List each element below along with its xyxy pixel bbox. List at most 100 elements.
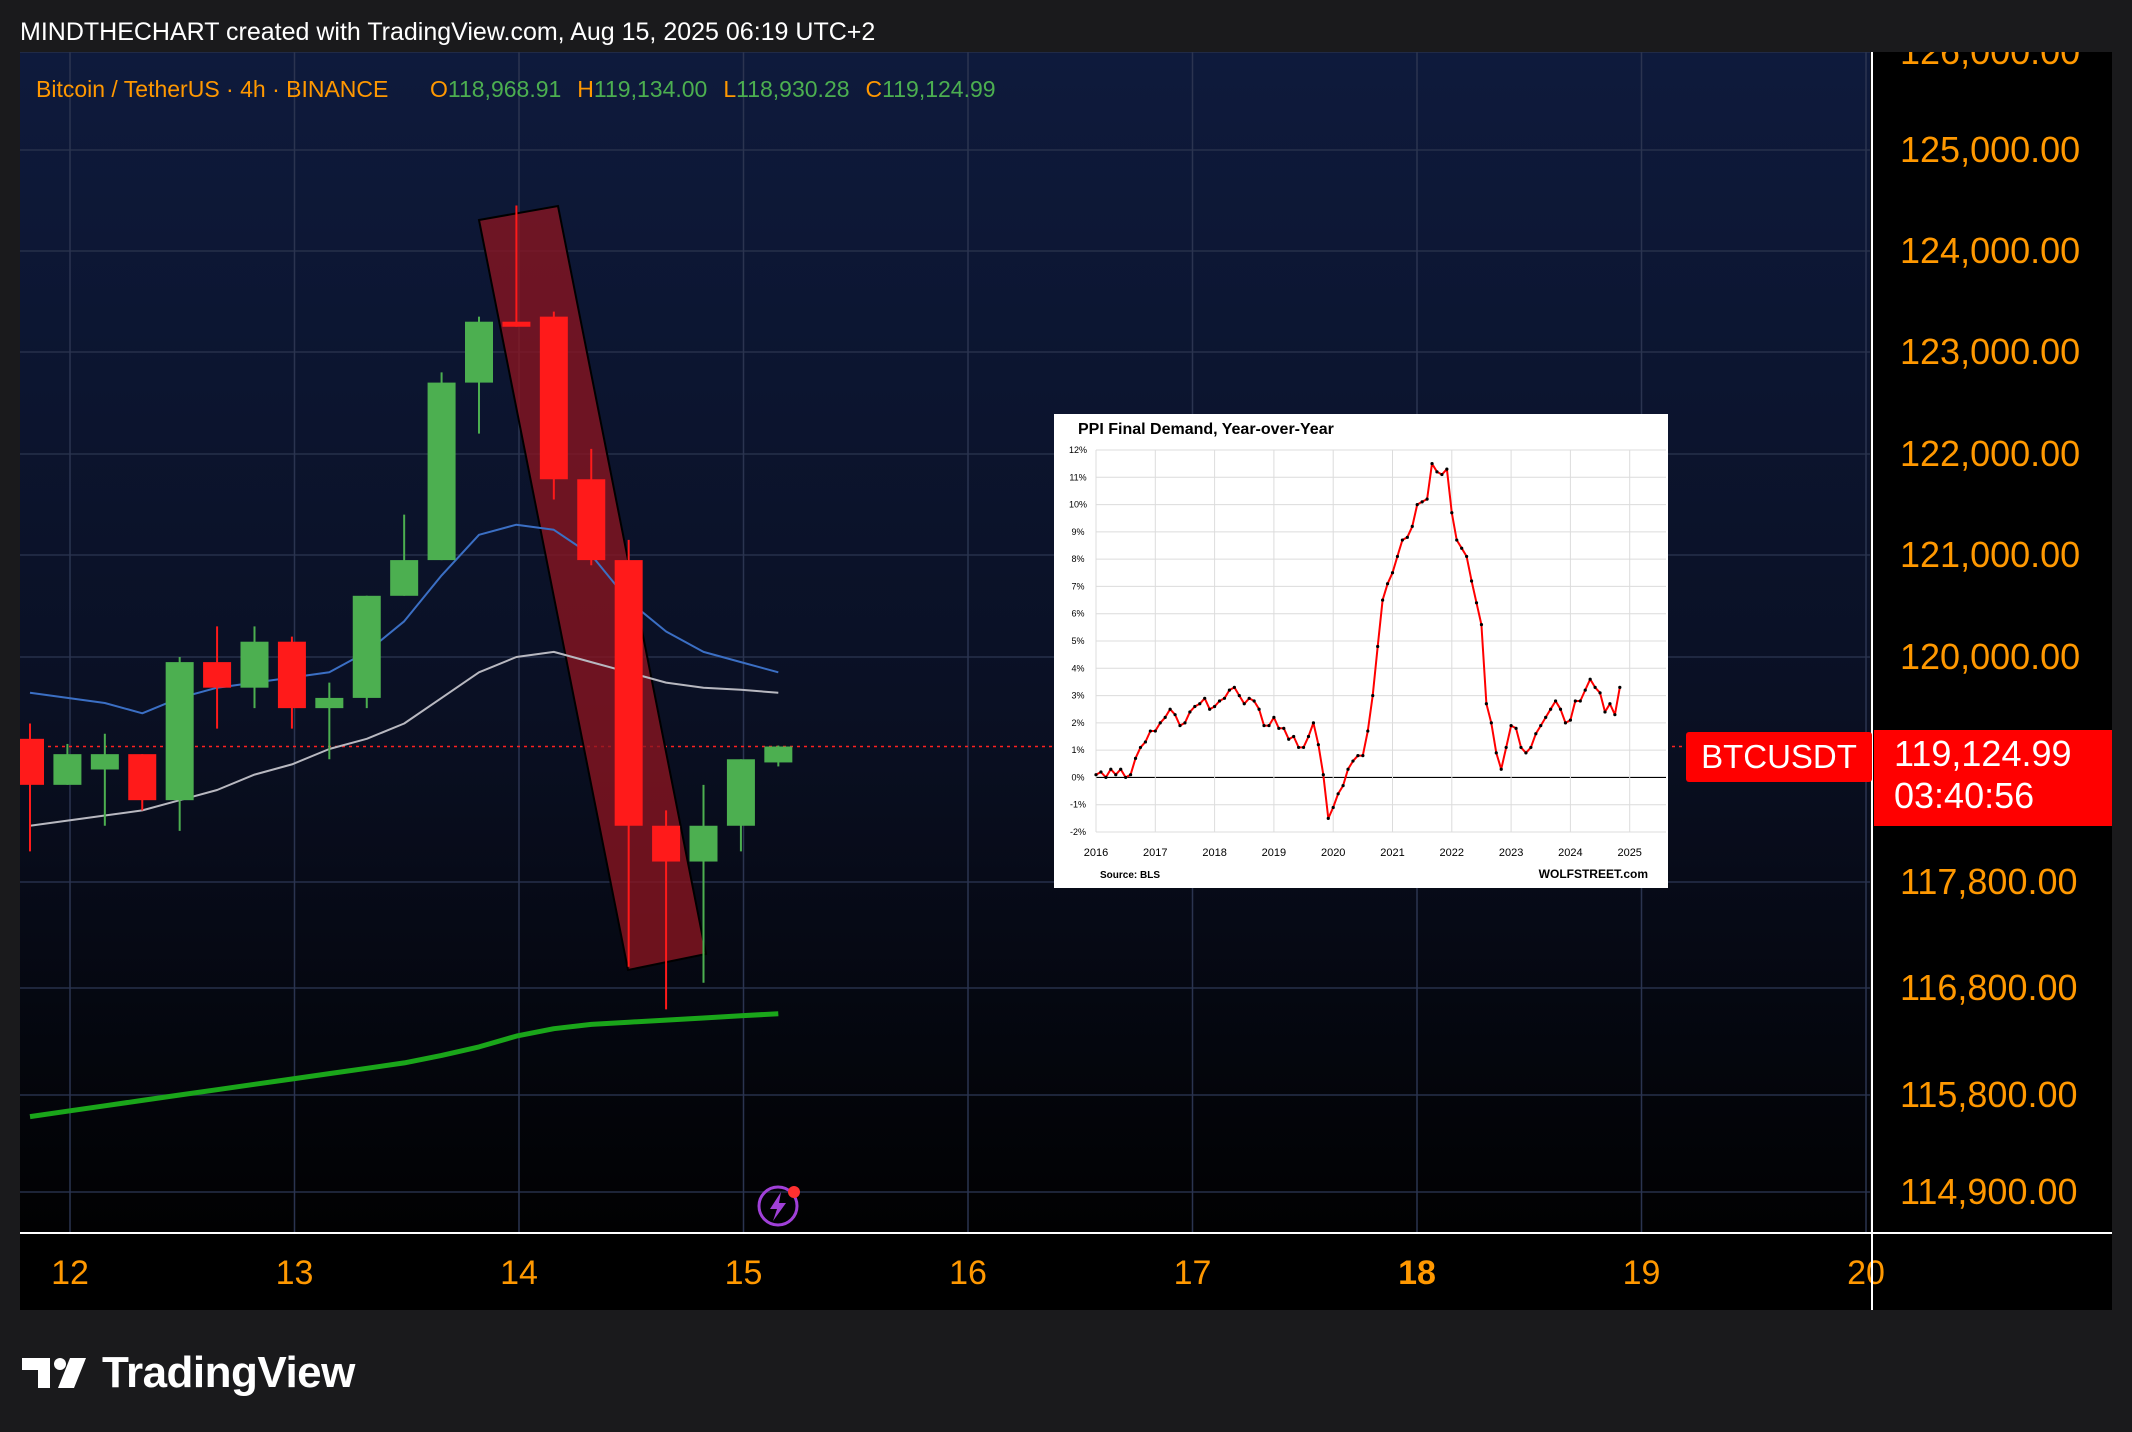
legend-l-value: 118,930.28 (736, 76, 849, 102)
inset-x-label: 2024 (1558, 847, 1582, 859)
chart-header: MINDTHECHART created with TradingView.co… (20, 18, 876, 46)
ppi-data-point (1583, 688, 1587, 692)
ppi-data-point (1430, 462, 1434, 466)
candle-body (240, 641, 269, 688)
ppi-data-point (1450, 511, 1454, 515)
ppi-data-point (1544, 715, 1548, 719)
ppi-data-point (1321, 773, 1325, 777)
inset-y-label: 4% (1071, 663, 1084, 673)
ppi-data-point (1455, 538, 1459, 542)
ppi-data-point (1198, 702, 1202, 706)
ppi-data-point (1213, 704, 1217, 709)
ppi-data-point (1534, 732, 1538, 736)
ppi-data-point (1573, 699, 1577, 703)
inset-x-label: 2019 (1262, 847, 1286, 859)
candle-body (128, 754, 157, 801)
tradingview-logo-text: TradingView (102, 1348, 355, 1397)
candle-body (315, 697, 344, 709)
tradingview-footer[interactable]: TradingView (22, 1348, 355, 1398)
candle-body (165, 662, 194, 801)
ppi-data-point (1558, 707, 1563, 711)
time-axis-label: 18 (1398, 1254, 1436, 1292)
ppi-data-point (1128, 773, 1133, 777)
candle-body (203, 662, 232, 688)
ppi-data-point (1469, 579, 1474, 583)
legend-o-value: 118,968.91 (448, 76, 561, 102)
legend-h-label: H (577, 76, 594, 102)
ppi-data-point (1143, 740, 1148, 744)
ppi-data-point (1445, 467, 1449, 471)
price-axis-label: 126,000.00 (1900, 52, 2080, 72)
ppi-data-point (1578, 699, 1582, 703)
ppi-data-point (1297, 745, 1301, 750)
price-axis-label: 117,800.00 (1900, 861, 2078, 902)
chart-frame[interactable]: 126,000.00 125,000.00 124,000.00 123,000.00… (20, 52, 2112, 1310)
ppi-data-point (1524, 751, 1528, 755)
candle[interactable] (352, 595, 381, 709)
ppi-data-point (1366, 729, 1370, 733)
ppi-data-point (1376, 644, 1380, 649)
ppi-data-point (1227, 688, 1232, 692)
ppi-inset-chart: PPI Final Demand, Year-over-Year 12% 11% 1… (1054, 414, 1668, 888)
ppi-data-point (1608, 702, 1612, 706)
ppi-data-point (1331, 805, 1335, 810)
ppi-data-point (1598, 691, 1602, 695)
inset-y-label: -2% (1070, 827, 1086, 837)
ppi-data-point (1593, 685, 1597, 689)
time-axis-label: 19 (1623, 1254, 1661, 1292)
ppi-data-point (1435, 470, 1439, 474)
symbol-tag-text: BTCUSDT (1701, 738, 1857, 775)
price-axis-label: 114,900.00 (1900, 1171, 2078, 1212)
price-axis-label: 115,800.00 (1900, 1074, 2078, 1115)
ppi-data-point (1277, 726, 1281, 730)
ppi-data-point (1415, 502, 1419, 507)
legend-symbol[interactable]: Bitcoin / TetherUS · 4h · BINANCE (36, 76, 388, 102)
inset-y-label: 8% (1071, 554, 1084, 564)
candle-body (539, 316, 568, 480)
ppi-data-point (1109, 767, 1113, 771)
ppi-data-point (1405, 535, 1409, 539)
ppi-data-point (1553, 699, 1558, 703)
ppi-data-point (1287, 737, 1291, 741)
candle-body (689, 825, 718, 862)
ppi-data-point (1400, 538, 1404, 542)
ppi-data-point (1509, 723, 1513, 728)
ppi-data-point (1267, 723, 1271, 728)
ppi-data-point (1252, 699, 1256, 703)
inset-y-label: 7% (1071, 581, 1084, 591)
inset-x-label: 2016 (1084, 847, 1108, 859)
candle-body (726, 759, 755, 826)
ppi-data-point (1549, 707, 1553, 711)
ppi-data-point (1203, 696, 1207, 700)
price-axis-label: 120,000.00 (1900, 636, 2080, 677)
ppi-data-point (1124, 775, 1128, 780)
ppi-data-point (1336, 792, 1340, 796)
ppi-data-point (1282, 726, 1286, 730)
candle-body (352, 595, 381, 698)
time-axis-label: 12 (51, 1254, 89, 1292)
inset-x-label: 2022 (1440, 847, 1464, 859)
inset-x-label: 2017 (1143, 847, 1167, 859)
legend-c-value: 119,124.99 (882, 76, 995, 102)
candle-body (577, 479, 606, 561)
ppi-data-point (1420, 500, 1424, 504)
ppi-data-point (1168, 707, 1172, 711)
time-axis-label: 20 (1847, 1254, 1885, 1292)
ppi-data-point (1232, 685, 1236, 689)
candle-body (427, 382, 456, 561)
inset-grid (1095, 449, 1666, 833)
ppi-data-point (1247, 696, 1251, 700)
candle[interactable] (539, 311, 568, 500)
candle-body (465, 321, 493, 383)
inset-x-label: 2021 (1380, 847, 1404, 859)
ppi-data-point (1099, 770, 1103, 774)
inset-y-label: 6% (1071, 609, 1084, 619)
ppi-data-point (1217, 699, 1222, 703)
candle-body (20, 738, 44, 785)
ppi-data-point (1489, 721, 1493, 725)
price-axis-label: 124,000.00 (1900, 230, 2080, 271)
price-tag-price: 119,124.99 (1894, 733, 2072, 774)
candle[interactable] (427, 372, 456, 561)
ppi-data-point (1529, 745, 1533, 750)
inset-y-label: 0% (1071, 772, 1084, 782)
